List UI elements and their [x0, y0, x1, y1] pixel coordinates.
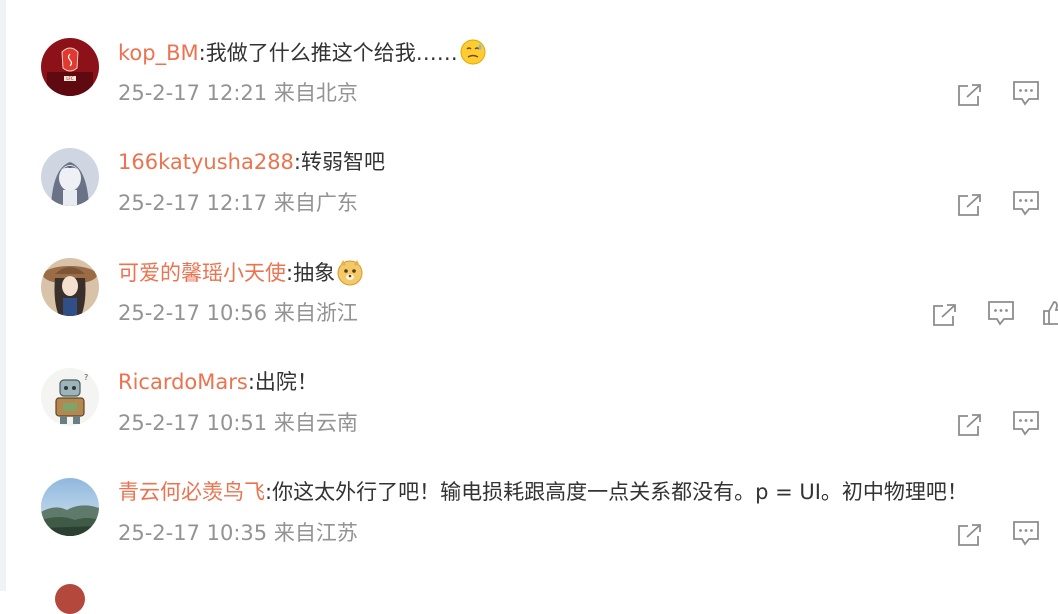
username[interactable]: kop_BM — [118, 41, 199, 65]
reply-button[interactable] — [1012, 190, 1040, 216]
thumbs-up-icon — [1043, 301, 1058, 325]
comment-text: :我做了什么推这个给我…… — [198, 41, 458, 65]
username[interactable]: RicardoMars — [118, 370, 248, 394]
landscape-avatar — [41, 478, 99, 536]
comment-text: :转弱智吧 — [293, 150, 385, 174]
avatar[interactable] — [55, 584, 85, 614]
comment-icon — [1013, 81, 1039, 106]
robot-avatar: ? — [41, 368, 99, 426]
comment-item: LFC kop_BM:我做了什么推这个给我…… 25-2-17 12:21 来自… — [0, 0, 1058, 110]
comment-item: 166katyusha288:转弱智吧 25-2-17 12:17 来自广东 — [0, 110, 1058, 220]
sweat-emoji-icon — [459, 38, 487, 66]
reply-button[interactable] — [1012, 410, 1040, 436]
avatar[interactable]: LFC — [41, 38, 99, 96]
avatar[interactable] — [41, 478, 99, 536]
comment-text: :出院！ — [247, 370, 318, 394]
comment-meta: 25-2-17 10:51 来自云南 — [118, 411, 358, 435]
share-button[interactable] — [956, 82, 984, 108]
like-button[interactable] — [1042, 300, 1058, 326]
comment-meta: 25-2-17 10:56 来自浙江 — [118, 301, 358, 325]
share-button[interactable] — [931, 302, 959, 328]
anime-girl-avatar — [41, 148, 99, 206]
share-icon — [958, 524, 981, 546]
share-button[interactable] — [956, 412, 984, 438]
avatar[interactable]: ? — [41, 368, 99, 426]
comment-text-line: 可爱的馨瑶小天使:抽象 — [118, 258, 364, 287]
comment-icon — [1013, 521, 1039, 546]
liverpool-avatar: LFC — [41, 38, 99, 96]
share-icon — [933, 304, 956, 326]
comment-item: ? RicardoMars:出院！ 25-2-17 10:51 来自云南 — [0, 330, 1058, 440]
share-button[interactable] — [956, 192, 984, 218]
comment-text-line: 166katyusha288:转弱智吧 — [118, 148, 385, 176]
doge-emoji-icon — [336, 258, 364, 286]
reply-button[interactable] — [1012, 520, 1040, 546]
comment-icon — [1013, 411, 1039, 436]
avatar[interactable] — [41, 258, 99, 316]
comment-text-line: RicardoMars:出院！ — [118, 368, 318, 396]
comment-text: :抽象 — [286, 261, 336, 285]
username[interactable]: 青云何必羡鸟飞 — [118, 480, 265, 504]
share-icon — [958, 414, 981, 436]
username[interactable]: 166katyusha288 — [118, 150, 294, 174]
comment-text-line: kop_BM:我做了什么推这个给我…… — [118, 38, 487, 67]
share-icon — [958, 194, 981, 216]
hat-girl-avatar — [41, 258, 99, 316]
comment-meta: 25-2-17 12:21 来自北京 — [118, 81, 358, 105]
username[interactable]: 可爱的馨瑶小天使 — [118, 261, 286, 285]
comment-icon — [988, 301, 1014, 326]
comment-text: :你这太外行了吧！输电损耗跟高度一点关系都没有。p = UI。初中物理吧！ — [265, 480, 968, 504]
svg-text:LFC: LFC — [66, 76, 74, 81]
comment-item: 可爱的馨瑶小天使:抽象 25-2-17 10:56 来自浙江 — [0, 220, 1058, 330]
comment-text-line: 青云何必羡鸟飞:你这太外行了吧！输电损耗跟高度一点关系都没有。p = UI。初中… — [118, 478, 968, 506]
comment-meta: 25-2-17 10:35 来自江苏 — [118, 521, 358, 545]
svg-text:?: ? — [84, 373, 88, 382]
avatar[interactable] — [41, 148, 99, 206]
comment-icon — [1013, 191, 1039, 216]
share-button[interactable] — [956, 522, 984, 548]
comment-meta: 25-2-17 12:17 来自广东 — [118, 191, 358, 215]
share-icon — [958, 84, 981, 106]
reply-button[interactable] — [1012, 80, 1040, 106]
reply-button[interactable] — [987, 300, 1015, 326]
comment-item: 青云何必羡鸟飞:你这太外行了吧！输电损耗跟高度一点关系都没有。p = UI。初中… — [0, 440, 1058, 550]
